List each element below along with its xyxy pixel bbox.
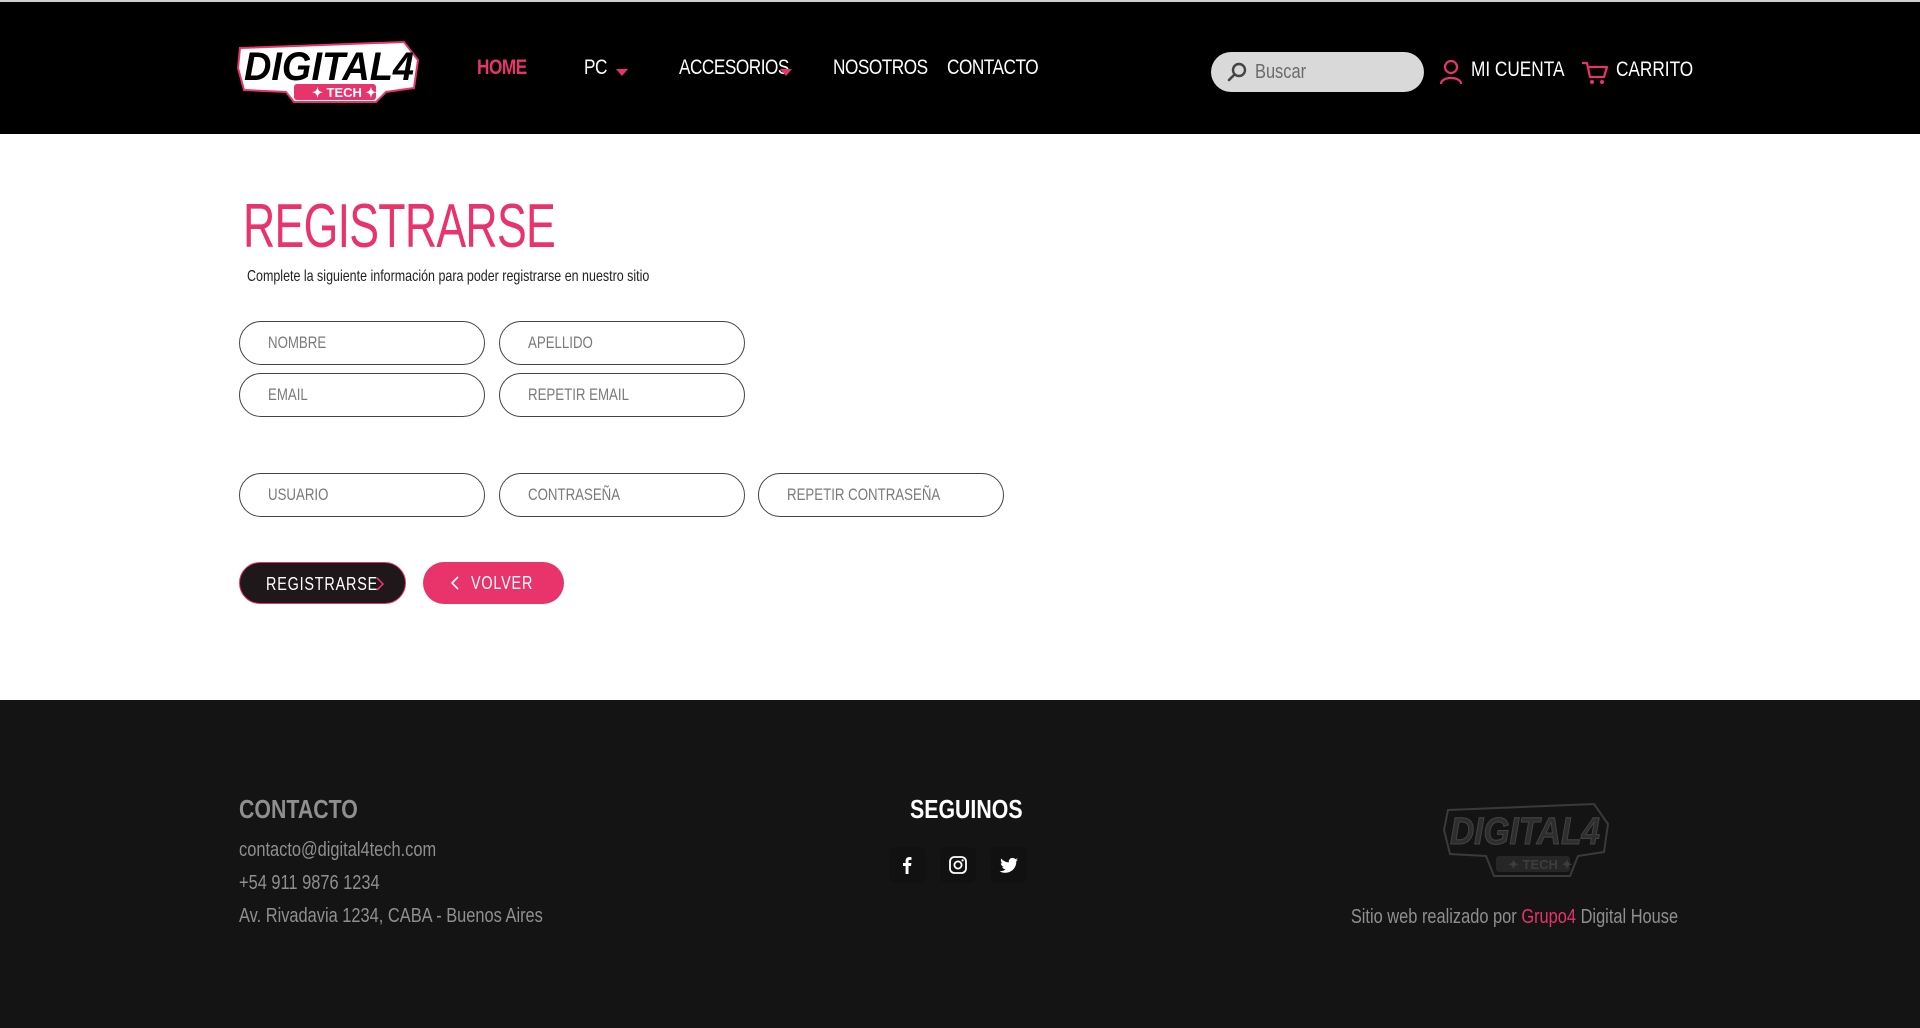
nav-home[interactable]: HOME	[477, 56, 527, 80]
usuario-input[interactable]	[268, 474, 463, 516]
footer-email[interactable]: contacto@digital4tech.com	[239, 839, 436, 862]
mi-cuenta-link[interactable]: MI CUENTA	[1471, 58, 1564, 82]
repetir-contrasena-input[interactable]	[787, 474, 982, 516]
contrasena-field[interactable]	[499, 473, 745, 517]
apellido-input[interactable]	[528, 322, 723, 364]
pc-chevron-down-icon[interactable]	[616, 69, 628, 76]
repetir-contrasena-field[interactable]	[758, 473, 1004, 517]
email-input[interactable]	[268, 374, 463, 416]
chevron-left-icon	[450, 576, 459, 590]
page-subtitle: Complete la siguiente información para p…	[247, 268, 650, 285]
nav-accesorios[interactable]: ACCESORIOS	[679, 56, 789, 80]
svg-text:DIGITAL4: DIGITAL4	[244, 45, 414, 89]
svg-text:✦ TECH ✦: ✦ TECH ✦	[312, 85, 377, 100]
carrito-link[interactable]: CARRITO	[1616, 58, 1693, 82]
facebook-icon	[903, 857, 912, 874]
credit-suffix: Digital House	[1575, 906, 1678, 928]
nav-nosotros[interactable]: NOSOTROS	[833, 56, 928, 80]
search-input[interactable]	[1255, 52, 1387, 92]
instagram-icon	[949, 856, 967, 874]
credit-group-link[interactable]: Grupo4	[1521, 906, 1576, 928]
footer-social-heading: SEGUINOS	[910, 794, 1023, 824]
footer-digital4-logo: DIGITAL4 ✦ TECH ✦	[1442, 802, 1610, 877]
nav-contacto[interactable]: CONTACTO	[947, 56, 1039, 80]
cart-icon[interactable]	[1581, 60, 1609, 86]
contrasena-input[interactable]	[528, 474, 723, 516]
svg-text:DIGITAL4: DIGITAL4	[1450, 811, 1600, 853]
footer-address: Av. Rivadavia 1234, CABA - Buenos Aires	[239, 905, 543, 927]
email-field[interactable]	[239, 373, 485, 417]
footer-credit: Sitio web realizado por Grupo4 Digital H…	[1351, 906, 1678, 929]
registrarse-button-label: REGISTRARSE	[266, 574, 379, 594]
nav-pc[interactable]: PC	[584, 56, 607, 80]
user-icon[interactable]	[1439, 59, 1463, 85]
usuario-field[interactable]	[239, 473, 485, 517]
credit-prefix: Sitio web realizado por	[1350, 906, 1522, 928]
facebook-link[interactable]	[889, 847, 925, 883]
apellido-field[interactable]	[499, 321, 745, 365]
twitter-icon	[999, 857, 1018, 873]
registrarse-button[interactable]: REGISTRARSE	[239, 562, 406, 604]
digital4-logo[interactable]: DIGITAL4 ✦ TECH ✦	[236, 38, 422, 104]
twitter-link[interactable]	[991, 847, 1027, 883]
footer-phone: +54 911 9876 1234	[239, 872, 380, 894]
search-icon[interactable]	[1227, 62, 1247, 82]
svg-text:✦ TECH ✦: ✦ TECH ✦	[1508, 857, 1573, 872]
nombre-field[interactable]	[239, 321, 485, 365]
volver-button-label: VOLVER	[471, 573, 534, 593]
repetir-email-field[interactable]	[499, 373, 745, 417]
chevron-right-icon	[376, 577, 385, 591]
search-box[interactable]	[1211, 52, 1424, 92]
accesorios-chevron-down-icon[interactable]	[780, 69, 792, 76]
instagram-link[interactable]	[940, 847, 976, 883]
footer-contact-heading: CONTACTO	[239, 794, 358, 824]
page-title: REGISTRARSE	[243, 192, 556, 261]
repetir-email-input[interactable]	[528, 374, 723, 416]
nombre-input[interactable]	[268, 322, 463, 364]
site-header: DIGITAL4 ✦ TECH ✦ HOME PC ACCESORIOS NOS…	[0, 2, 1920, 134]
volver-button[interactable]: VOLVER	[423, 562, 564, 604]
